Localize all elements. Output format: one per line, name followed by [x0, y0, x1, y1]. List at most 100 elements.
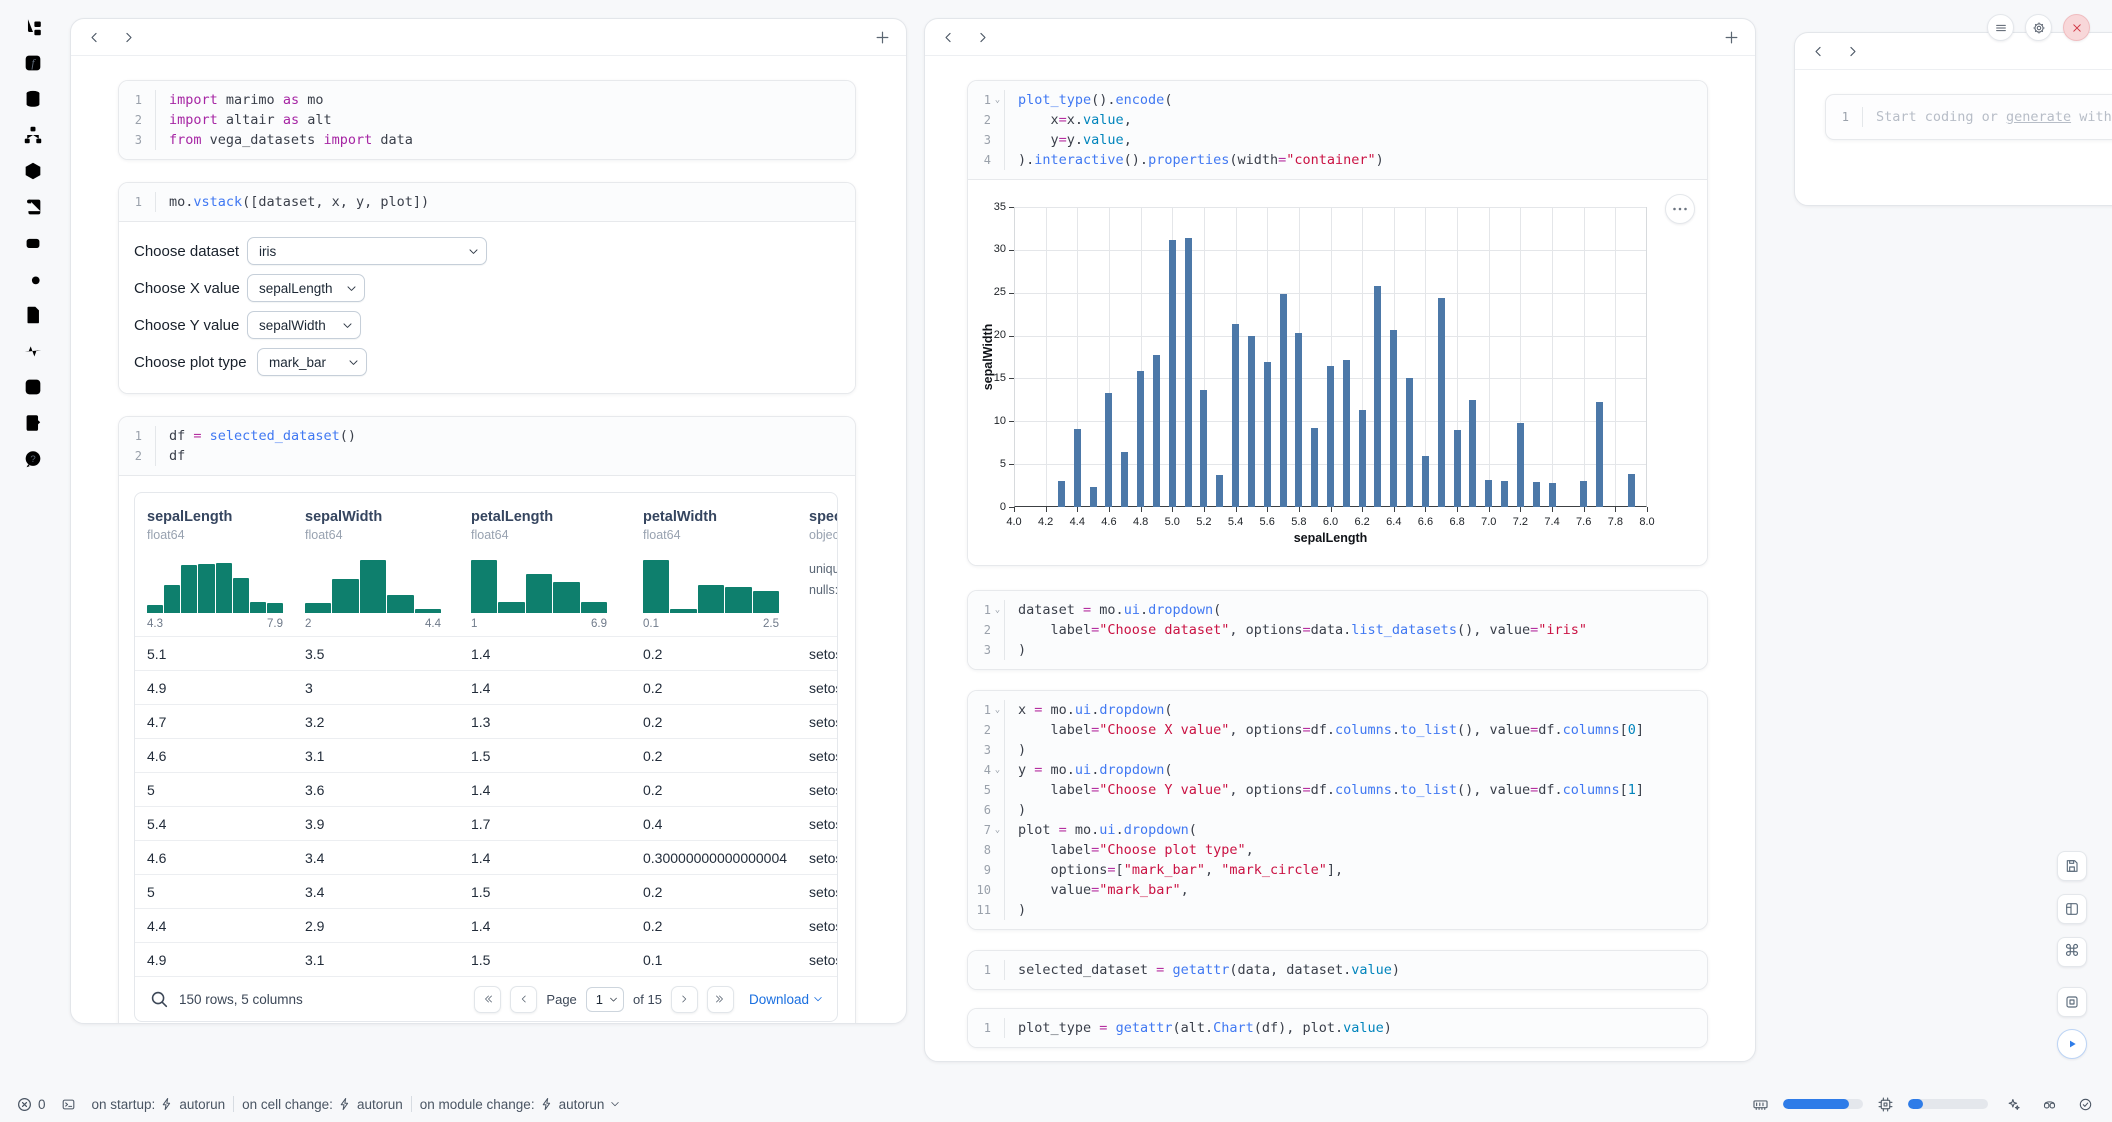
- column-prev-button[interactable]: [85, 28, 103, 46]
- dropdown-row: Choose datasetiris: [134, 237, 855, 265]
- first-page-button[interactable]: [474, 986, 501, 1013]
- fold-caret-icon[interactable]: ⌄: [991, 600, 1004, 620]
- chatbot-icon[interactable]: [22, 232, 44, 254]
- chart-options-button[interactable]: [1665, 194, 1695, 224]
- table-column-header[interactable]: sepalWidthfloat6424.4: [305, 509, 471, 631]
- dropdown-select[interactable]: mark_bar: [257, 348, 367, 376]
- dropdown-select[interactable]: iris: [247, 237, 487, 265]
- table-column-header[interactable]: speciesobjectunique:nulls:: [809, 509, 838, 631]
- fold-caret-icon[interactable]: ⌄: [991, 820, 1004, 840]
- code-editor[interactable]: 1⌄x = mo.ui.dropdown(2⌄ label="Choose X …: [968, 691, 1707, 929]
- table-row[interactable]: 5.43.91.70.4setosa: [135, 806, 837, 840]
- column-prev-button[interactable]: [939, 28, 957, 46]
- table-cell: 0.2: [643, 714, 809, 730]
- dropdown-select[interactable]: sepalLength: [247, 274, 365, 302]
- runtime-setting-item[interactable]: on cell change:autorun: [242, 1097, 403, 1112]
- table-column-header[interactable]: petalLengthfloat6416.9: [471, 509, 643, 631]
- keyboard-shortcuts-button[interactable]: ⌘: [2057, 937, 2087, 967]
- empty-code-cell[interactable]: 1⌄ Start coding or generate with AI: [1825, 94, 2112, 140]
- file-tree-icon[interactable]: [22, 16, 44, 38]
- table-column-header[interactable]: petalWidthfloat640.12.5: [643, 509, 809, 631]
- last-page-button[interactable]: [707, 986, 734, 1013]
- table-row[interactable]: 4.931.40.2setosa: [135, 670, 837, 704]
- line-number-gutter: 2⌄: [968, 620, 1005, 640]
- close-panel-button[interactable]: [2063, 14, 2090, 41]
- table-row[interactable]: 4.63.11.50.2setosa: [135, 738, 837, 772]
- scratchpad-icon[interactable]: [22, 412, 44, 434]
- table-row[interactable]: 53.41.50.2setosa: [135, 874, 837, 908]
- column-prev-button[interactable]: [1809, 42, 1827, 60]
- x-tick-label: 7.4: [1544, 516, 1559, 528]
- page-select[interactable]: 1: [586, 987, 624, 1012]
- table-row[interactable]: 4.42.91.40.2setosa: [135, 908, 837, 942]
- prev-page-button[interactable]: [510, 986, 537, 1013]
- line-number-gutter: 1⌄: [1826, 107, 1863, 127]
- table-column-header[interactable]: sepalLengthfloat644.37.9: [147, 509, 305, 631]
- chart-bar: [1280, 294, 1287, 507]
- terminal-button[interactable]: [58, 1093, 80, 1115]
- chart-bar: [1074, 429, 1081, 507]
- scratchpad-frame-button[interactable]: [2057, 987, 2087, 1017]
- activity-icon[interactable]: [22, 340, 44, 362]
- code-editor[interactable]: 1⌄plot_type = getattr(alt.Chart(df), plo…: [968, 1009, 1707, 1047]
- log-search-icon[interactable]: [22, 268, 44, 290]
- snippet-icon[interactable]: [22, 376, 44, 398]
- table-row[interactable]: 4.73.21.30.2setosa: [135, 704, 837, 738]
- code-editor[interactable]: 1⌄selected_dataset = getattr(data, datas…: [968, 951, 1707, 989]
- settings-button[interactable]: [2025, 14, 2052, 41]
- line-number: 3: [984, 130, 991, 150]
- code-editor[interactable]: 1⌄import marimo as mo2⌄import altair as …: [119, 81, 855, 159]
- sidebar: f?: [0, 16, 66, 470]
- save-button[interactable]: [2057, 851, 2087, 881]
- line-number: 6: [984, 800, 991, 820]
- run-button[interactable]: [2057, 1029, 2087, 1059]
- ai-assist-button[interactable]: [2002, 1093, 2024, 1115]
- error-indicator[interactable]: 0: [16, 1096, 46, 1113]
- script-icon[interactable]: [22, 196, 44, 218]
- code-text: mo.vstack([dataset, x, y, plot]): [156, 192, 429, 212]
- runtime-setting-item[interactable]: on startup:autorun: [92, 1097, 226, 1112]
- database-icon[interactable]: [22, 88, 44, 110]
- next-page-button[interactable]: [671, 986, 698, 1013]
- dropdown-select[interactable]: sepalWidth: [247, 311, 361, 339]
- x-tick-label: 7.6: [1576, 516, 1591, 528]
- add-cell-button[interactable]: [1721, 27, 1741, 47]
- column-next-button[interactable]: [973, 28, 991, 46]
- code-editor[interactable]: 1⌄dataset = mo.ui.dropdown(2⌄ label="Cho…: [968, 591, 1707, 669]
- code-editor[interactable]: 1⌄plot_type().encode(2⌄ x=x.value,3⌄ y=y…: [968, 81, 1707, 179]
- x-tick-label: 5.6: [1260, 516, 1275, 528]
- fold-caret-icon[interactable]: ⌄: [991, 700, 1004, 720]
- download-button[interactable]: Download: [749, 992, 824, 1007]
- fold-caret-icon[interactable]: ⌄: [991, 760, 1004, 780]
- save-icon: [2064, 858, 2080, 874]
- code-editor[interactable]: 1⌄mo.vstack([dataset, x, y, plot]): [119, 183, 855, 221]
- column-next-button[interactable]: [1843, 42, 1861, 60]
- connection-status-button[interactable]: [2074, 1093, 2096, 1115]
- table-row[interactable]: 53.61.40.2setosa: [135, 772, 837, 806]
- table-row[interactable]: 4.93.11.50.1setosa: [135, 942, 837, 976]
- document-icon[interactable]: [22, 304, 44, 326]
- copilot-button[interactable]: [2038, 1093, 2060, 1115]
- package-icon[interactable]: [22, 160, 44, 182]
- function-square-icon[interactable]: f: [22, 52, 44, 74]
- axis-tick: [1009, 464, 1014, 465]
- generate-link[interactable]: generate: [2006, 109, 2071, 125]
- code-editor[interactable]: 1⌄df = selected_dataset()2⌄df: [119, 417, 855, 475]
- code-placeholder[interactable]: Start coding or generate with AI: [1863, 107, 2112, 127]
- menu-button[interactable]: [1987, 14, 2014, 41]
- help-icon[interactable]: ?: [22, 448, 44, 470]
- table-row[interactable]: 5.13.51.40.2setosa: [135, 636, 837, 670]
- add-cell-button[interactable]: [872, 27, 892, 47]
- dependency-graph-icon[interactable]: [22, 124, 44, 146]
- histogram-bar: [415, 609, 441, 613]
- fold-caret-icon[interactable]: ⌄: [991, 90, 1004, 110]
- table-row[interactable]: 4.63.41.40.30000000000000004setosa: [135, 840, 837, 874]
- chart-bar: [1406, 378, 1413, 507]
- column-next-button[interactable]: [119, 28, 137, 46]
- layout-button[interactable]: [2057, 894, 2087, 924]
- runtime-setting-item[interactable]: on module change:autorun: [420, 1097, 622, 1112]
- code-line: 2⌄import altair as alt: [119, 110, 855, 130]
- dropdown-value: sepalLength: [259, 281, 333, 296]
- line-number: 10: [977, 880, 991, 900]
- axis-tick: [1009, 378, 1014, 379]
